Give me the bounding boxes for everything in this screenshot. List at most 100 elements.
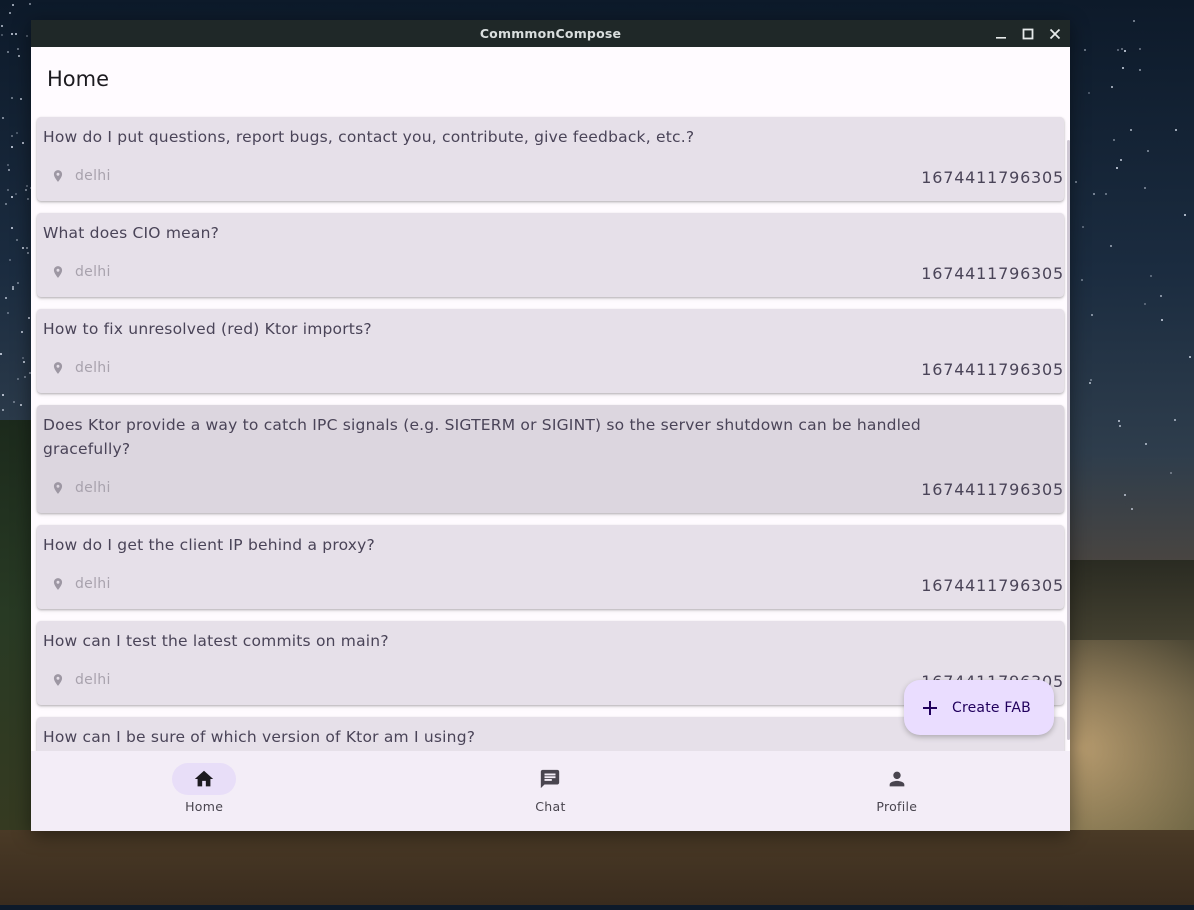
post-location: delhi — [51, 168, 111, 184]
wallpaper-star — [1, 34, 4, 37]
wallpaper-star — [1120, 159, 1123, 162]
location-pin-icon — [53, 362, 63, 374]
maximize-button[interactable] — [1018, 24, 1037, 43]
wallpaper-ground — [0, 830, 1194, 905]
wallpaper-star — [1173, 418, 1176, 421]
wallpaper-star — [26, 246, 29, 249]
wallpaper-star — [1074, 181, 1077, 184]
wallpaper-star — [10, 96, 13, 99]
wallpaper-star — [1144, 302, 1147, 305]
nav-item-profile[interactable]: Profile — [724, 751, 1070, 831]
window-title: CommmonCompose — [479, 26, 622, 41]
wallpaper-star — [1145, 442, 1148, 445]
wallpaper-star — [1090, 379, 1093, 382]
wallpaper-star — [1174, 128, 1177, 131]
minimize-icon — [995, 36, 1006, 39]
wallpaper-star — [1, 117, 4, 120]
wallpaper-star — [10, 134, 13, 137]
nav-item-home[interactable]: Home — [31, 751, 377, 831]
wallpaper-star — [25, 189, 28, 192]
wallpaper-star — [21, 357, 24, 360]
wallpaper-star — [1119, 424, 1122, 427]
post-card[interactable]: How to fix unresolved (red) Ktor imports… — [37, 309, 1064, 393]
minimize-button[interactable] — [991, 24, 1010, 43]
wallpaper-star — [16, 282, 19, 285]
location-pin-icon — [53, 266, 63, 278]
wallpaper-star — [0, 353, 3, 356]
wallpaper-star — [1159, 295, 1162, 298]
location-label: delhi — [75, 576, 111, 592]
wallpaper-star — [1088, 92, 1091, 95]
post-question: How can I be sure of which version of Kt… — [43, 728, 476, 746]
wallpaper-star — [1083, 49, 1086, 52]
close-button[interactable] — [1045, 24, 1064, 43]
wallpaper-star — [1147, 150, 1150, 153]
wallpaper-star — [1081, 279, 1084, 282]
wallpaper-star — [22, 360, 25, 363]
wallpaper-star — [1082, 225, 1085, 228]
wallpaper-star — [22, 141, 25, 144]
scrollbar[interactable] — [1066, 110, 1070, 751]
wallpaper-star — [1104, 193, 1107, 196]
wallpaper-star — [21, 330, 24, 333]
wallpaper-star — [20, 403, 23, 406]
wallpaper-star — [27, 251, 30, 254]
post-question: Does Ktor provide a way to catch IPC sig… — [43, 416, 921, 458]
nav-indicator — [518, 763, 582, 795]
wallpaper-star — [1130, 507, 1133, 510]
wallpaper-star — [7, 168, 10, 171]
wallpaper-star — [23, 376, 26, 379]
post-location: delhi — [51, 480, 111, 496]
wallpaper-star — [1093, 192, 1096, 195]
wallpaper-star — [26, 34, 29, 37]
post-question: What does CIO mean? — [43, 224, 220, 242]
wallpaper-star — [1115, 167, 1118, 170]
post-list[interactable]: How do I put questions, report bugs, con… — [31, 110, 1070, 751]
scrollbar-thumb[interactable] — [1067, 140, 1070, 740]
post-question: How can I test the latest commits on mai… — [43, 632, 389, 650]
post-timestamp: 1674411796305 — [921, 264, 1064, 283]
location-label: delhi — [75, 672, 111, 688]
wallpaper-star — [1183, 214, 1186, 217]
create-fab-button[interactable]: Create FAB — [904, 680, 1054, 735]
wallpaper-star — [1110, 245, 1113, 248]
post-card[interactable]: What does CIO mean? delhi 1674411796305 — [37, 213, 1064, 297]
wallpaper-star — [1124, 50, 1127, 53]
window-titlebar[interactable]: CommmonCompose — [31, 20, 1070, 47]
maximize-icon — [1022, 28, 1033, 39]
wallpaper-star — [4, 202, 7, 205]
wallpaper-star — [17, 55, 20, 58]
app-window: CommmonCompose Home How do I put questio… — [31, 20, 1070, 831]
post-location: delhi — [51, 360, 111, 376]
wallpaper-star — [1132, 19, 1135, 22]
wallpaper-star — [9, 12, 12, 15]
wallpaper-star — [1088, 381, 1091, 384]
nav-indicator — [172, 763, 237, 795]
nav-label: Profile — [876, 799, 918, 814]
wallpaper-star — [1117, 48, 1120, 51]
wallpaper-star — [12, 3, 15, 6]
wallpaper-star — [21, 247, 24, 250]
wallpaper-star — [15, 239, 18, 242]
post-card[interactable]: Does Ktor provide a way to catch IPC sig… — [37, 405, 1064, 513]
plus-icon — [923, 700, 937, 715]
wallpaper-star — [16, 378, 19, 381]
wallpaper-star — [25, 185, 28, 188]
page-title: Home — [47, 66, 110, 91]
post-card[interactable]: How do I get the client IP behind a prox… — [37, 525, 1064, 609]
wallpaper-star — [1143, 186, 1146, 189]
wallpaper-star — [1130, 128, 1133, 131]
wallpaper-star — [1121, 67, 1124, 70]
wallpaper-star — [19, 97, 22, 100]
location-pin-icon — [53, 674, 63, 686]
post-question: How do I put questions, report bugs, con… — [43, 128, 695, 146]
wallpaper-star — [2, 408, 5, 411]
wallpaper-star — [1170, 472, 1173, 475]
wallpaper-star — [10, 33, 13, 36]
wallpaper-star — [11, 288, 14, 291]
nav-item-chat[interactable]: Chat — [377, 751, 723, 831]
post-card[interactable]: How do I put questions, report bugs, con… — [37, 117, 1064, 201]
post-timestamp: 1674411796305 — [921, 360, 1064, 379]
wallpaper-star — [1188, 355, 1191, 358]
post-location: delhi — [51, 672, 111, 688]
